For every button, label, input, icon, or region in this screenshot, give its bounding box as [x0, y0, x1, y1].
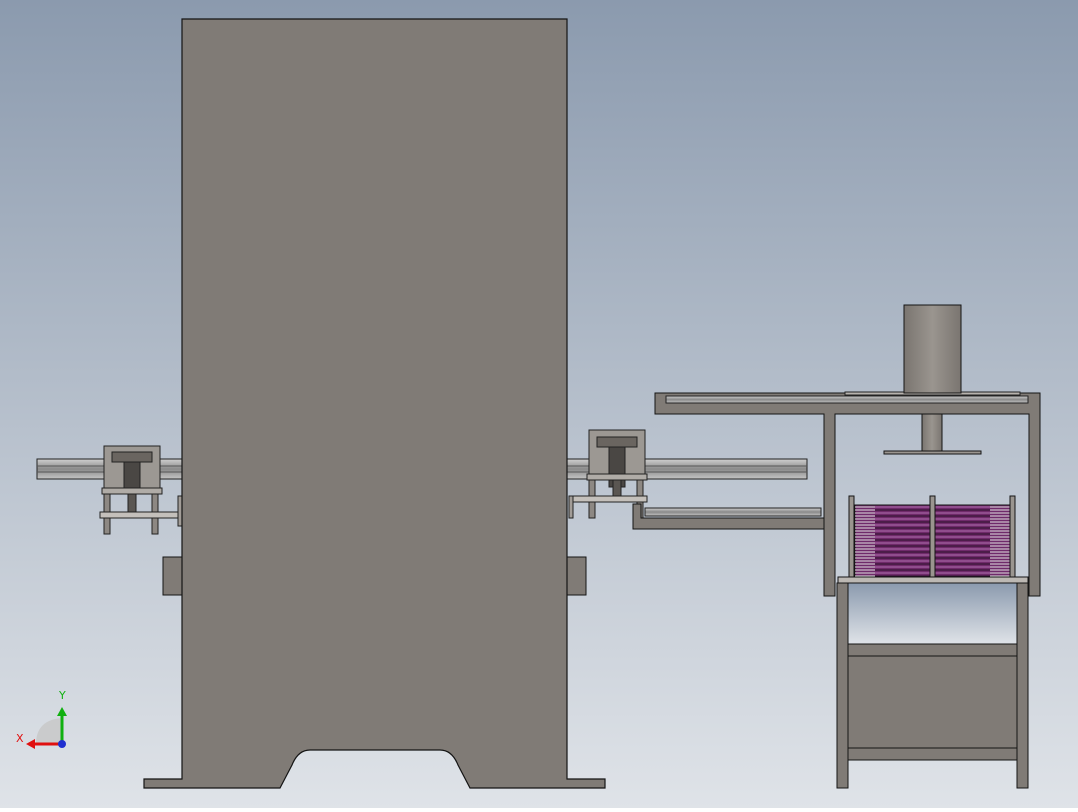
right-side-block[interactable]	[566, 556, 587, 596]
stack-guide-right	[1009, 495, 1016, 579]
cad-graphics-viewport[interactable]: X Y	[0, 0, 1078, 808]
stack-guide-left	[848, 495, 855, 579]
stack-guide-middle	[929, 495, 936, 579]
z-axis-origin	[58, 740, 66, 748]
assembly-drawing[interactable]	[0, 0, 1078, 808]
stack-base-plate	[837, 576, 1029, 584]
triad-x-label: X	[16, 732, 24, 745]
lower-cabinet-frame[interactable]	[836, 582, 1029, 789]
lower-transfer-bracket[interactable]	[632, 503, 825, 530]
triad-y-label: Y	[59, 689, 66, 702]
left-side-block[interactable]	[162, 556, 184, 596]
main-column-housing[interactable]	[143, 18, 606, 789]
